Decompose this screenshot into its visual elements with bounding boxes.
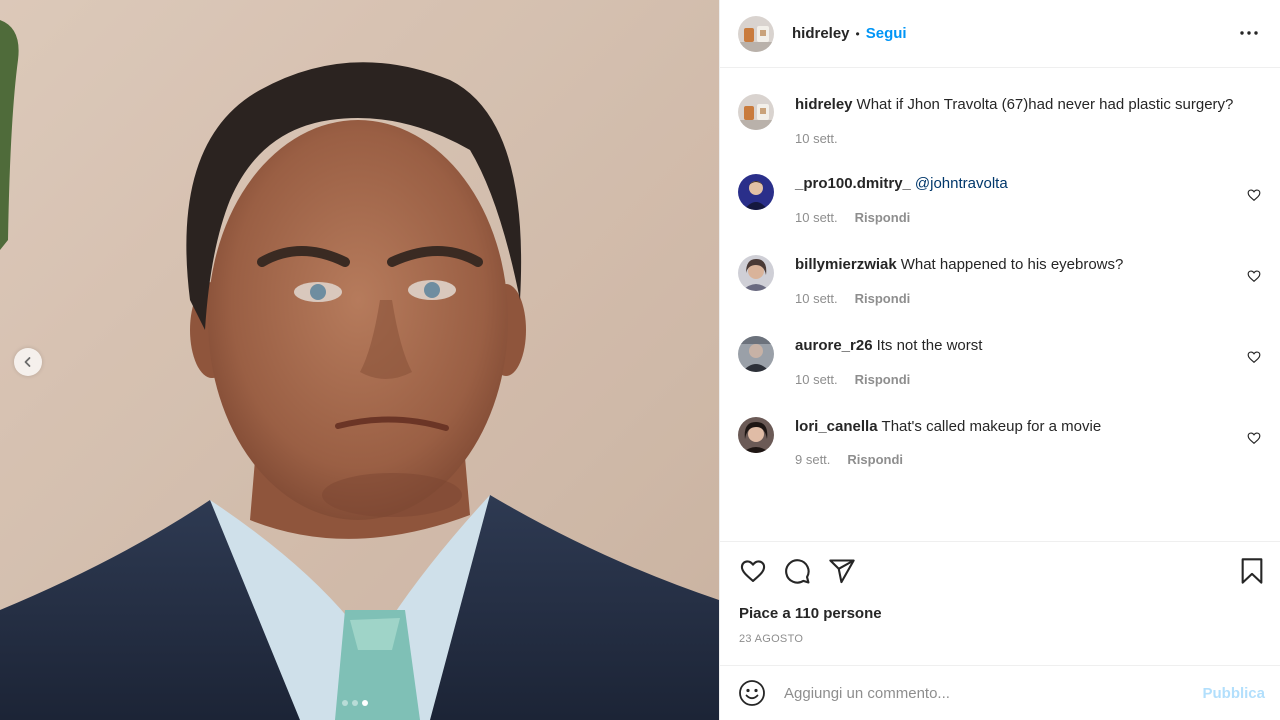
paper-plane-icon: [829, 559, 855, 584]
heart-icon: [1247, 432, 1261, 445]
comment-time[interactable]: 10 sett.: [795, 372, 838, 387]
action-bar: [738, 556, 1267, 588]
author-avatar[interactable]: [738, 15, 774, 52]
comments-list[interactable]: hidreley What if Jhon Travolta (67)had ne…: [720, 68, 1280, 541]
comment-username[interactable]: aurore_r26: [795, 337, 873, 354]
comment-text: That's called makeup for a movie: [881, 418, 1102, 435]
comment-body: billymierzwiak What happened to his eyebr…: [795, 255, 1263, 306]
heart-icon: [740, 560, 766, 582]
carousel-dot: [352, 700, 358, 706]
heart-icon: [1247, 189, 1261, 202]
comment-time[interactable]: 10 sett.: [795, 291, 838, 306]
reply-button[interactable]: Rispondi: [847, 452, 903, 467]
comment-username[interactable]: lori_canella: [795, 418, 878, 435]
comment-input[interactable]: [784, 684, 1203, 702]
post-caption: hidreley What if Jhon Travolta (67)had ne…: [738, 94, 1263, 146]
comment-line: billymierzwiak What happened to his eyebr…: [795, 255, 1263, 275]
comment-body: _pro100.dmitry_ @johntravolta 10 sett. Ri…: [795, 174, 1263, 225]
comment-like-button[interactable]: [1247, 350, 1261, 364]
caption-username[interactable]: hidreley: [795, 96, 853, 113]
author-username[interactable]: hidreley: [792, 25, 850, 42]
follow-button[interactable]: Segui: [866, 25, 907, 42]
commenter-avatar[interactable]: [738, 255, 774, 291]
caption-text: What if Jhon Travolta (67)had never had …: [856, 96, 1234, 113]
commenter-avatar[interactable]: [738, 336, 774, 372]
comment-bubble-icon: [785, 559, 810, 584]
carousel-indicator: [342, 700, 368, 706]
post-date[interactable]: 23 AGOSTO: [739, 633, 803, 645]
emoji-smile-icon[interactable]: [738, 679, 766, 707]
comment-body: lori_canella That's called makeup for a m…: [795, 417, 1263, 467]
comment-meta: 9 sett. Rispondi: [795, 452, 1263, 467]
comment-item: _pro100.dmitry_ @johntravolta 10 sett. Ri…: [738, 174, 1263, 225]
avatar-image: [738, 15, 774, 52]
avatar-image: [738, 94, 774, 130]
save-button[interactable]: [1237, 556, 1267, 586]
comment-item: billymierzwiak What happened to his eyebr…: [738, 255, 1263, 306]
comment-time[interactable]: 10 sett.: [795, 210, 838, 225]
comment-item: aurore_r26 Its not the worst 10 sett. Ris…: [738, 336, 1263, 387]
reply-button[interactable]: Rispondi: [855, 291, 911, 306]
bookmark-icon: [1241, 558, 1263, 584]
comment-mention-link[interactable]: @johntravolta: [915, 175, 1008, 192]
post-media[interactable]: [0, 0, 719, 720]
post-photo: [0, 0, 719, 720]
commenter-avatar[interactable]: [738, 417, 774, 453]
comment-like-button[interactable]: [1247, 188, 1261, 202]
reply-button[interactable]: Rispondi: [855, 372, 911, 387]
comment-line: lori_canella That's called makeup for a m…: [795, 417, 1263, 437]
caption-line: hidreley What if Jhon Travolta (67)had ne…: [795, 95, 1263, 115]
add-comment-bar: Pubblica: [720, 665, 1280, 720]
avatar-image: [738, 417, 774, 453]
comment-username[interactable]: billymierzwiak: [795, 256, 897, 273]
avatar-image: [738, 336, 774, 372]
chevron-left-icon: [24, 357, 31, 367]
avatar-image: [738, 174, 774, 210]
avatar-image: [738, 255, 774, 291]
carousel-dot-active: [362, 700, 368, 706]
comment-username[interactable]: _pro100.dmitry_: [795, 175, 911, 192]
like-button[interactable]: [738, 556, 768, 586]
caption-body: hidreley What if Jhon Travolta (67)had ne…: [795, 94, 1263, 146]
comment-item: lori_canella That's called makeup for a m…: [738, 417, 1263, 467]
comment-line: _pro100.dmitry_ @johntravolta: [795, 174, 1263, 194]
comment-text: Its not the worst: [876, 337, 983, 354]
caption-time[interactable]: 10 sett.: [795, 131, 838, 146]
post-actions-area: Piace a 110 persone 23 AGOSTO: [720, 541, 1280, 665]
comment-like-button[interactable]: [1247, 431, 1261, 445]
previous-slide-button[interactable]: [14, 348, 42, 376]
heart-icon: [1247, 351, 1261, 364]
reply-button[interactable]: Rispondi: [855, 210, 911, 225]
carousel-dot: [342, 700, 348, 706]
comment-meta: 10 sett. Rispondi: [795, 291, 1263, 306]
comment-meta: 10 sett. Rispondi: [795, 210, 1263, 225]
caption-meta: 10 sett.: [795, 131, 1263, 146]
comment-button[interactable]: [782, 556, 812, 586]
author-avatar[interactable]: [738, 94, 774, 130]
likes-count[interactable]: Piace a 110 persone: [739, 605, 882, 622]
post-header: hidreley • Segui: [720, 0, 1280, 68]
comment-text: What happened to his eyebrows?: [900, 256, 1124, 273]
comment-time[interactable]: 9 sett.: [795, 452, 830, 467]
more-options-button[interactable]: [1238, 22, 1260, 44]
heart-icon: [1247, 270, 1261, 283]
post-side-panel: hidreley • Segui hidreley What if Jhon T…: [719, 0, 1280, 720]
comment-like-button[interactable]: [1247, 269, 1261, 283]
commenter-avatar[interactable]: [738, 174, 774, 210]
more-horizontal-icon: [1240, 31, 1258, 35]
separator-dot: •: [855, 26, 860, 41]
share-button[interactable]: [827, 556, 857, 586]
comment-line: aurore_r26 Its not the worst: [795, 336, 1263, 356]
publish-button[interactable]: Pubblica: [1202, 685, 1265, 702]
comment-body: aurore_r26 Its not the worst 10 sett. Ris…: [795, 336, 1263, 387]
comment-meta: 10 sett. Rispondi: [795, 372, 1263, 387]
